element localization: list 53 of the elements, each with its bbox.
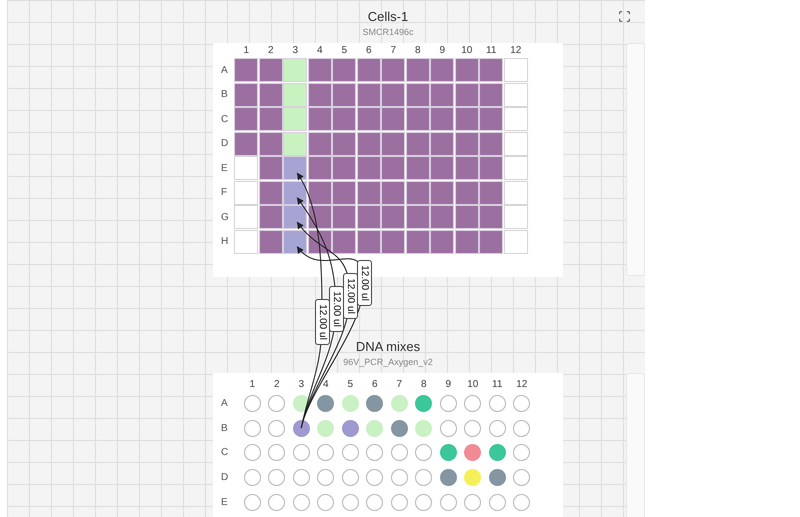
- column-label: 12: [516, 378, 528, 392]
- column-label: 8: [414, 44, 421, 58]
- plate-subtitle: SMCR1496c: [362, 26, 414, 38]
- well[interactable]: [283, 180, 308, 205]
- row-label: G: [221, 210, 229, 225]
- column-label: 6: [372, 378, 378, 392]
- row-label: F: [221, 186, 228, 200]
- column-label: 10: [467, 378, 478, 392]
- well[interactable]: [308, 205, 332, 230]
- row-label: B: [221, 88, 228, 102]
- well[interactable]: [308, 180, 332, 205]
- row-label: D: [221, 137, 228, 152]
- column-label: 9: [445, 378, 452, 392]
- fullscreen-icon[interactable]: [618, 10, 631, 23]
- row-label: E: [221, 162, 228, 176]
- column-label: 6: [366, 44, 372, 58]
- column-label: 4: [316, 44, 323, 58]
- row-label: E: [221, 496, 228, 510]
- volume-label: 12.00 ul: [328, 286, 344, 332]
- row-label: D: [221, 470, 228, 485]
- volume-label: 12.00 ul: [342, 273, 358, 319]
- row-label: C: [221, 446, 228, 460]
- column-label: 2: [274, 378, 280, 392]
- column-label: 11: [486, 44, 496, 58]
- column-label: 5: [341, 44, 348, 58]
- volume-label: 12.00 ul: [314, 299, 330, 345]
- well[interactable]: [292, 420, 310, 437]
- column-label: 9: [439, 44, 446, 58]
- column-label: 11: [492, 378, 502, 392]
- plate-title: DNA mixes: [356, 338, 420, 356]
- column-label: 3: [298, 378, 304, 392]
- well[interactable]: [283, 205, 308, 230]
- row-label: A: [221, 396, 228, 411]
- plate-subtitle: 96V_PCR_Axygen_v2: [343, 356, 433, 368]
- row-label: C: [221, 112, 228, 127]
- plate-title: Cells-1: [368, 8, 408, 26]
- well[interactable]: [283, 156, 308, 180]
- row-label: A: [221, 64, 228, 78]
- column-label: 8: [420, 378, 427, 392]
- column-label: 1: [243, 44, 250, 58]
- column-label: 7: [396, 378, 402, 392]
- column-label: 2: [268, 44, 274, 58]
- column-label: 12: [510, 44, 522, 58]
- column-label: 3: [292, 44, 298, 58]
- column-label: 4: [322, 378, 329, 392]
- column-label: 5: [347, 378, 354, 392]
- well[interactable]: [283, 230, 308, 254]
- volume-label: 12.00 ul: [356, 260, 372, 306]
- column-label: 7: [390, 44, 396, 58]
- column-label: 10: [461, 44, 472, 58]
- row-label: B: [221, 422, 228, 436]
- column-label: 1: [249, 378, 256, 392]
- row-label: H: [221, 235, 228, 250]
